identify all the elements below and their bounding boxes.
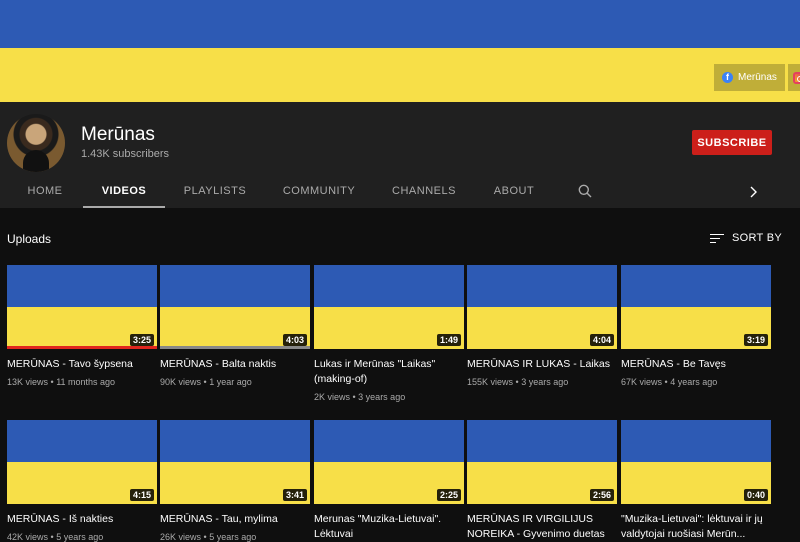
video-card[interactable]: 2:56 MERŪNAS IR VIRGILIJUS NOREIKA - Gyve… (467, 420, 617, 542)
video-title[interactable]: "Muzika-Lietuvai": lėktuvai ir jų valdyt… (621, 512, 771, 542)
video-duration: 0:40 (743, 489, 768, 501)
video-duration: 4:03 (282, 334, 307, 346)
tab-videos[interactable]: VIDEOS (83, 174, 165, 208)
video-title[interactable]: MERŪNAS - Tavo šypsena (7, 357, 157, 372)
video-age: 4 years ago (670, 377, 718, 387)
tab-home[interactable]: HOME (10, 174, 80, 208)
banner-links: f Merūnas (714, 64, 800, 91)
banner-blue-stripe (0, 0, 800, 48)
video-meta: 67K views • 4 years ago (621, 377, 718, 387)
video-meta: 90K views • 1 year ago (160, 377, 252, 387)
video-duration: 1:49 (436, 334, 461, 346)
video-duration: 3:25 (129, 334, 154, 346)
video-card[interactable]: 3:41 MERŪNAS - Tau, mylima 26K views • 5 y… (160, 420, 310, 542)
video-thumbnail[interactable]: 3:41 (160, 420, 310, 504)
video-age: 11 months ago (56, 377, 116, 387)
video-meta: 42K views • 5 years ago (7, 532, 104, 542)
sort-label: SORT BY (732, 232, 782, 244)
subscribe-button[interactable]: SUBSCRIBE (692, 130, 772, 155)
channel-name: Merūnas (81, 124, 155, 145)
video-age: 1 year ago (209, 377, 252, 387)
video-age: 5 years ago (56, 532, 104, 542)
video-thumbnail[interactable]: 1:49 (314, 265, 464, 349)
video-thumbnail[interactable]: 2:56 (467, 420, 617, 504)
video-title[interactable]: Lukas ir Merūnas "Laikas" (making-of) (314, 357, 464, 387)
video-duration: 3:19 (743, 334, 768, 346)
video-title[interactable]: MERŪNAS - Tau, mylima (160, 512, 310, 527)
video-thumbnail[interactable]: 4:15 (7, 420, 157, 504)
video-meta: 26K views • 5 years ago (160, 532, 257, 542)
watch-progress-bar (160, 346, 310, 349)
video-thumbnail[interactable]: 4:04 (467, 265, 617, 349)
section-title: Uploads (7, 232, 52, 246)
video-duration: 2:25 (436, 489, 461, 501)
video-views: 155K views (467, 377, 514, 387)
video-card[interactable]: 4:03 MERŪNAS - Balta naktis 90K views • 1 … (160, 265, 310, 387)
subscriber-count: 1.43K subscribers (81, 148, 170, 160)
channel-tabs: HOME VIDEOS PLAYLISTS COMMUNITY CHANNELS… (0, 174, 800, 208)
video-card[interactable]: 3:25 MERŪNAS - Tavo šypsena 13K views • 11… (7, 265, 157, 387)
video-card[interactable]: 4:04 MERŪNAS IR LUKAS - Laikas 155K views … (467, 265, 617, 387)
search-icon[interactable] (578, 184, 592, 198)
video-duration: 2:56 (589, 489, 614, 501)
facebook-link[interactable]: f Merūnas (714, 64, 785, 91)
video-meta: 13K views • 11 months ago (7, 377, 116, 387)
video-duration: 4:15 (129, 489, 154, 501)
video-card[interactable]: 3:19 MERŪNAS - Be Tavęs 67K views • 4 year… (621, 265, 771, 387)
video-meta: 2K views • 3 years ago (314, 392, 406, 402)
tab-community[interactable]: COMMUNITY (276, 174, 362, 208)
video-thumbnail[interactable]: 2:25 (314, 420, 464, 504)
video-views: 42K views (7, 532, 49, 542)
video-views: 90K views (160, 377, 202, 387)
tab-about[interactable]: ABOUT (484, 174, 544, 208)
avatar[interactable] (7, 114, 65, 172)
video-title[interactable]: Merunas "Muzika-Lietuvai". Lėktuvai (314, 512, 464, 542)
video-age: 3 years ago (358, 392, 406, 402)
sort-icon (710, 233, 724, 244)
video-title[interactable]: MERŪNAS IR VIRGILIJUS NOREIKA - Gyvenimo… (467, 512, 617, 542)
facebook-icon: f (722, 72, 733, 83)
video-age: 5 years ago (209, 532, 257, 542)
video-views: 26K views (160, 532, 202, 542)
channel-banner: f Merūnas (0, 0, 800, 102)
video-title[interactable]: MERŪNAS - Iš nakties (7, 512, 157, 527)
video-thumbnail[interactable]: 3:19 (621, 265, 771, 349)
video-views: 67K views (621, 377, 663, 387)
video-card[interactable]: 1:49 Lukas ir Merūnas "Laikas" (making-of… (314, 265, 464, 402)
tab-channels[interactable]: CHANNELS (384, 174, 464, 208)
video-duration: 4:04 (589, 334, 614, 346)
video-title[interactable]: MERŪNAS - Balta naktis (160, 357, 310, 372)
video-views: 2K views (314, 392, 351, 402)
tab-playlists[interactable]: PLAYLISTS (175, 174, 255, 208)
facebook-link-label: Merūnas (738, 72, 777, 83)
video-thumbnail[interactable]: 3:25 (7, 265, 157, 349)
video-card[interactable]: 2:25 Merunas "Muzika-Lietuvai". Lėktuvai (314, 420, 464, 542)
video-card[interactable]: 0:40 "Muzika-Lietuvai": lėktuvai ir jų va… (621, 420, 771, 542)
video-meta: 155K views • 3 years ago (467, 377, 569, 387)
video-title[interactable]: MERŪNAS - Be Tavęs (621, 357, 771, 372)
channel-header: Merūnas 1.43K subscribers SUBSCRIBE HOME… (0, 102, 800, 208)
sort-button[interactable]: SORT BY (710, 232, 782, 244)
chevron-right-icon[interactable] (748, 186, 758, 198)
video-card[interactable]: 4:15 MERŪNAS - Iš nakties 42K views • 5 ye… (7, 420, 157, 542)
video-thumbnail[interactable]: 4:03 (160, 265, 310, 349)
instagram-link[interactable] (787, 64, 800, 91)
video-views: 13K views (7, 377, 49, 387)
instagram-icon (792, 71, 800, 84)
video-duration: 3:41 (282, 489, 307, 501)
video-thumbnail[interactable]: 0:40 (621, 420, 771, 504)
video-age: 3 years ago (521, 377, 569, 387)
video-title[interactable]: MERŪNAS IR LUKAS - Laikas (467, 357, 617, 372)
banner-yellow-stripe (0, 48, 800, 102)
watch-progress-bar (7, 346, 157, 349)
